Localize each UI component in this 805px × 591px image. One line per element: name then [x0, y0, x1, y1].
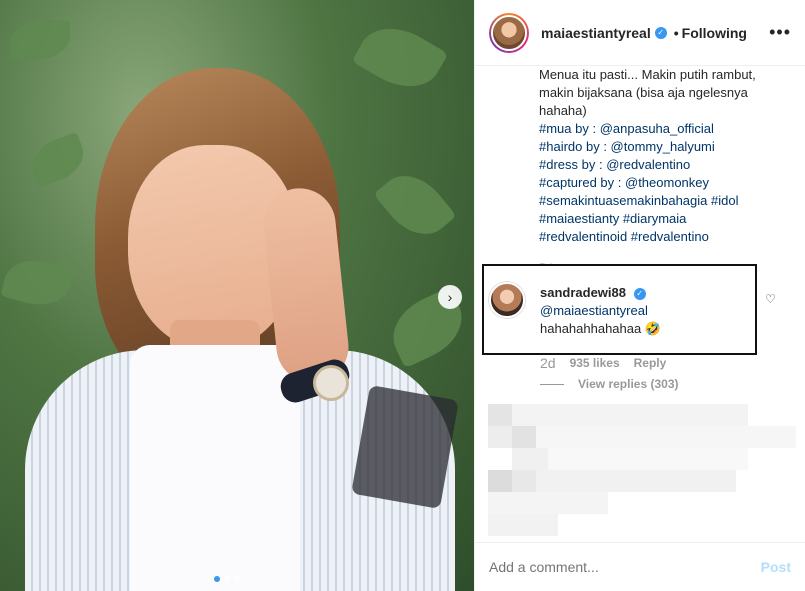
post-header: maiaestiantyreal ✓ • Following ••• — [475, 0, 805, 66]
view-replies-link[interactable]: View replies (303) — [540, 377, 679, 391]
more-options-icon[interactable]: ••• — [769, 22, 791, 43]
caption-line: makin bijaksana (bisa aja ngelesnya — [539, 85, 748, 100]
caption-line: hahaha) — [539, 103, 587, 118]
carousel-dot — [214, 576, 220, 582]
post-photo[interactable]: › — [0, 0, 474, 591]
carousel-dot — [234, 576, 240, 582]
divider — [540, 383, 564, 385]
add-comment-bar: Post — [475, 542, 805, 591]
post-caption: Menua itu pasti... Makin putih rambut, m… — [539, 66, 789, 246]
foliage — [10, 20, 70, 60]
caption-tag-line[interactable]: #dress by : @redvalentino — [539, 156, 789, 174]
caption-tag-line[interactable]: #redvalentinoid #redvalentino — [539, 228, 789, 246]
caption-tag-line[interactable]: #mua by : @anpasuha_official — [539, 120, 789, 138]
comment-mention[interactable]: @maiaestiantyreal — [540, 303, 648, 318]
reply-button[interactable]: Reply — [634, 356, 667, 370]
verified-badge-icon: ✓ — [633, 288, 646, 300]
heart-icon[interactable]: ♡ — [765, 292, 776, 306]
follow-status-label: Following — [681, 24, 747, 41]
commenter-avatar[interactable] — [489, 282, 525, 318]
author-username[interactable]: maiaestiantyreal — [541, 25, 651, 41]
chevron-right-icon: › — [447, 289, 453, 305]
caption-tag-line[interactable]: #maiaestianty #diarymaia — [539, 210, 789, 228]
comment-input[interactable] — [489, 559, 761, 575]
foliage — [0, 252, 75, 313]
comment-meta: 2d 935 likes Reply — [540, 355, 666, 371]
foliage — [24, 131, 91, 189]
follow-status[interactable]: • Following — [671, 25, 747, 41]
post-button[interactable]: Post — [761, 559, 791, 575]
verified-badge-icon: ✓ — [654, 26, 667, 39]
comment-text: hahahahhahahaa 🤣 — [540, 321, 662, 336]
foliage — [373, 162, 457, 248]
comment-likes[interactable]: 935 likes — [570, 356, 620, 370]
comment-age: 2d — [540, 355, 556, 371]
caption-tag-line[interactable]: #semakintuasemakinbahagia #idol — [539, 192, 789, 210]
subject-watch-face — [313, 365, 349, 401]
carousel-dot — [224, 576, 230, 582]
separator: • — [673, 24, 679, 41]
carousel-next-button[interactable]: › — [438, 285, 462, 309]
foliage — [351, 13, 449, 102]
caption-line: Menua itu pasti... Makin putih rambut, — [539, 67, 756, 82]
caption-tag-line[interactable]: #captured by : @theomonkey — [539, 174, 789, 192]
commenter-username-text[interactable]: sandradewi88 — [540, 285, 626, 300]
carousel-dots — [214, 576, 240, 582]
view-replies-label: View replies (303) — [578, 377, 679, 391]
commenter-username[interactable]: sandradewi88 ✓ — [540, 285, 646, 300]
caption-tag-line[interactable]: #hairdo by : @tommy_halyumi — [539, 138, 789, 156]
subject-collar — [130, 345, 300, 591]
subject-sleeve — [351, 385, 459, 509]
author-avatar[interactable] — [489, 12, 529, 53]
